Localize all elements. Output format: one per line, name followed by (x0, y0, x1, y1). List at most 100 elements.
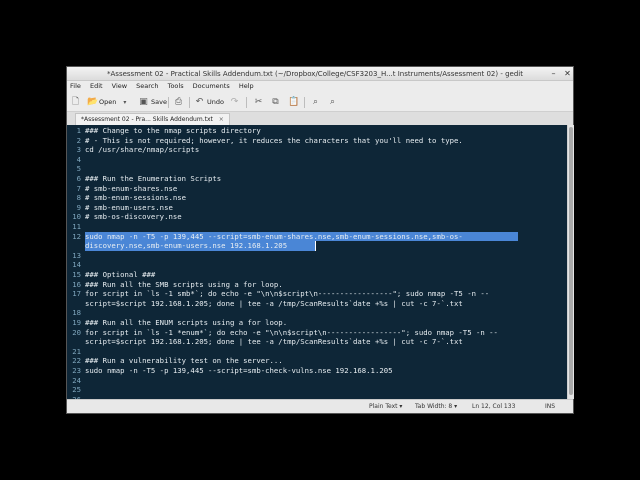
menu-tools[interactable]: Tools (168, 82, 184, 90)
editor-line[interactable]: 24 (67, 376, 567, 386)
line-number: 2 (76, 135, 81, 145)
line-text: script=$script 192.168.1.205; done | tee… (85, 337, 463, 347)
editor-line[interactable]: 1 ### Change to the nmap scripts director… (67, 126, 567, 136)
line-number: 6 (76, 174, 81, 183)
menu-documents[interactable]: Documents (193, 82, 230, 90)
open-label: Open (99, 98, 117, 106)
line-text: ### Optional ### (85, 270, 156, 279)
scrollbar-thumb[interactable] (569, 127, 573, 395)
line-text: ### Change to the nmap scripts directory (85, 126, 261, 135)
line-number: 18 (72, 308, 81, 318)
undo-label: Undo (207, 98, 224, 106)
toolbar-separator (246, 97, 247, 108)
line-text: ### Run all the ENUM scripts using a for… (85, 318, 288, 327)
save-label: Save (151, 98, 167, 106)
undo-icon: ↶ (195, 96, 204, 107)
editor-line[interactable]: 6 ### Run the Enumeration Scripts (67, 174, 567, 184)
print-button[interactable]: ⎙ (174, 96, 186, 108)
editor-line[interactable]: 19 ### Run all the ENUM scripts using a f… (67, 318, 567, 328)
find-button[interactable]: ⌕ (311, 96, 323, 108)
redo-icon: ↷ (230, 96, 239, 107)
editor-line[interactable]: discovery.nse,smb-enum-users.nse 192.168… (67, 241, 567, 251)
editor-line[interactable]: 18 (67, 308, 567, 318)
menu-view[interactable]: View (112, 82, 127, 90)
editor-line[interactable]: 17 for script in `ls -1 smb*`; do echo -e… (67, 289, 567, 299)
search-icon: ⌕ (312, 96, 319, 107)
line-number: 11 (72, 222, 81, 231)
editor-line[interactable]: 23 sudo nmap -n -T5 -p 139,445 --script=s… (67, 366, 567, 376)
title-bar[interactable]: *Assessment 02 - Practical Skills Addend… (67, 67, 573, 81)
editor-line[interactable]: 4 (67, 155, 567, 165)
editor-line[interactable]: 14 (67, 260, 567, 270)
line-number: 16 (72, 279, 81, 289)
line-text: # smb-enum-shares.nse (85, 183, 178, 193)
line-number: 21 (72, 346, 81, 356)
editor-line[interactable]: 8 # smb-enum-sessions.nse (67, 193, 567, 203)
print-icon: ⎙ (174, 96, 183, 107)
syntax-selector[interactable]: Plain Text ▾ (369, 400, 402, 413)
minimize-icon[interactable]: – (549, 69, 558, 78)
save-button[interactable]: ▣ Save (139, 96, 167, 108)
menu-search[interactable]: Search (136, 82, 158, 90)
menu-help[interactable]: Help (239, 82, 254, 90)
redo-button[interactable]: ↷ (230, 96, 242, 108)
editor-line[interactable]: 7 # smb-enum-shares.nse (67, 184, 567, 194)
editor-line[interactable]: 10 # smb-os-discovery.nse (67, 212, 567, 222)
folder-icon: 📂 (87, 96, 99, 107)
cut-icon: ✂ (254, 96, 263, 107)
find-replace-button[interactable]: ⌕ (328, 96, 340, 108)
text-editor[interactable]: 1 ### Change to the nmap scripts director… (67, 125, 567, 399)
line-text: for script in `ls -1 smb*`; do echo -e "… (85, 289, 490, 299)
text-caret (315, 241, 316, 251)
line-text: # smb-enum-sessions.nse (85, 193, 187, 203)
toolbar-separator (304, 97, 305, 108)
line-text: # - This is not required; however, it re… (85, 135, 463, 145)
toolbar-separator (189, 97, 190, 108)
editor-line[interactable]: 13 (67, 251, 567, 261)
open-button[interactable]: 📂 Open ▾ (87, 96, 132, 108)
vertical-scrollbar[interactable] (567, 125, 574, 399)
line-number: 13 (72, 250, 81, 260)
editor-line[interactable]: 21 (67, 347, 567, 357)
paste-button[interactable]: 📋 (288, 96, 300, 108)
line-number: 4 (76, 154, 81, 164)
tab-label: *Assessment 02 - Pra... Skills Addendum.… (81, 116, 213, 123)
editor-line[interactable]: script=$script 192.168.1.205; done | tee… (67, 337, 567, 347)
menu-file[interactable]: File (70, 82, 81, 90)
close-tab-icon[interactable]: × (219, 116, 224, 123)
line-number: 22 (72, 356, 81, 366)
editor-line[interactable]: 11 (67, 222, 567, 232)
editor-line[interactable]: 20 for script in `ls -1 *enum*`; do echo … (67, 328, 567, 338)
editor-line[interactable]: 25 (67, 385, 567, 395)
editor-line[interactable]: script=$script 192.168.1.205; done | tee… (67, 299, 567, 309)
copy-icon: ⧉ (272, 96, 279, 107)
cursor-position: Ln 12, Col 133 (472, 403, 516, 410)
cut-button[interactable]: ✂ (254, 96, 266, 108)
editor-line[interactable]: 12 sudo nmap -n -T5 -p 139,445 --script=s… (67, 232, 567, 242)
line-text: ### Run a vulnerability test on the serv… (85, 356, 283, 366)
editor-line[interactable]: 5 (67, 164, 567, 174)
status-bar: Plain Text ▾ Tab Width: 8 ▾ Ln 12, Col 1… (67, 399, 573, 413)
editor-line[interactable]: 16 ### Run all the SMB scripts using a fo… (67, 280, 567, 290)
line-number: 10 (72, 212, 81, 222)
undo-button[interactable]: ↶ Undo (195, 96, 224, 108)
line-number: 17 (72, 289, 81, 299)
chevron-down-icon: ▾ (123, 98, 127, 106)
editor-line[interactable]: 15 ### Optional ### (67, 270, 567, 280)
copy-button[interactable]: ⧉ (271, 96, 283, 108)
paste-icon: 📋 (288, 96, 300, 107)
document-tab[interactable]: *Assessment 02 - Pra... Skills Addendum.… (75, 113, 230, 125)
gedit-window: *Assessment 02 - Practical Skills Addend… (66, 66, 574, 414)
editor-line[interactable]: 22 ### Run a vulnerability test on the se… (67, 356, 567, 366)
line-number: 8 (76, 193, 81, 203)
editor-line[interactable]: 2 # - This is not required; however, it r… (67, 136, 567, 146)
editor-line[interactable]: 9 # smb-enum-users.nse (67, 203, 567, 213)
line-number: 5 (76, 164, 81, 174)
tab-width-selector[interactable]: Tab Width: 8 ▾ (415, 400, 457, 413)
close-window-icon[interactable]: ✕ (563, 69, 572, 78)
new-document-button[interactable]: 🗋 (71, 96, 83, 108)
line-text: discovery.nse,smb-enum-users.nse 192.168… (85, 241, 288, 251)
window-title: *Assessment 02 - Practical Skills Addend… (107, 70, 523, 78)
menu-edit[interactable]: Edit (90, 82, 103, 90)
editor-line[interactable]: 3 cd /usr/share/nmap/scripts (67, 145, 567, 155)
